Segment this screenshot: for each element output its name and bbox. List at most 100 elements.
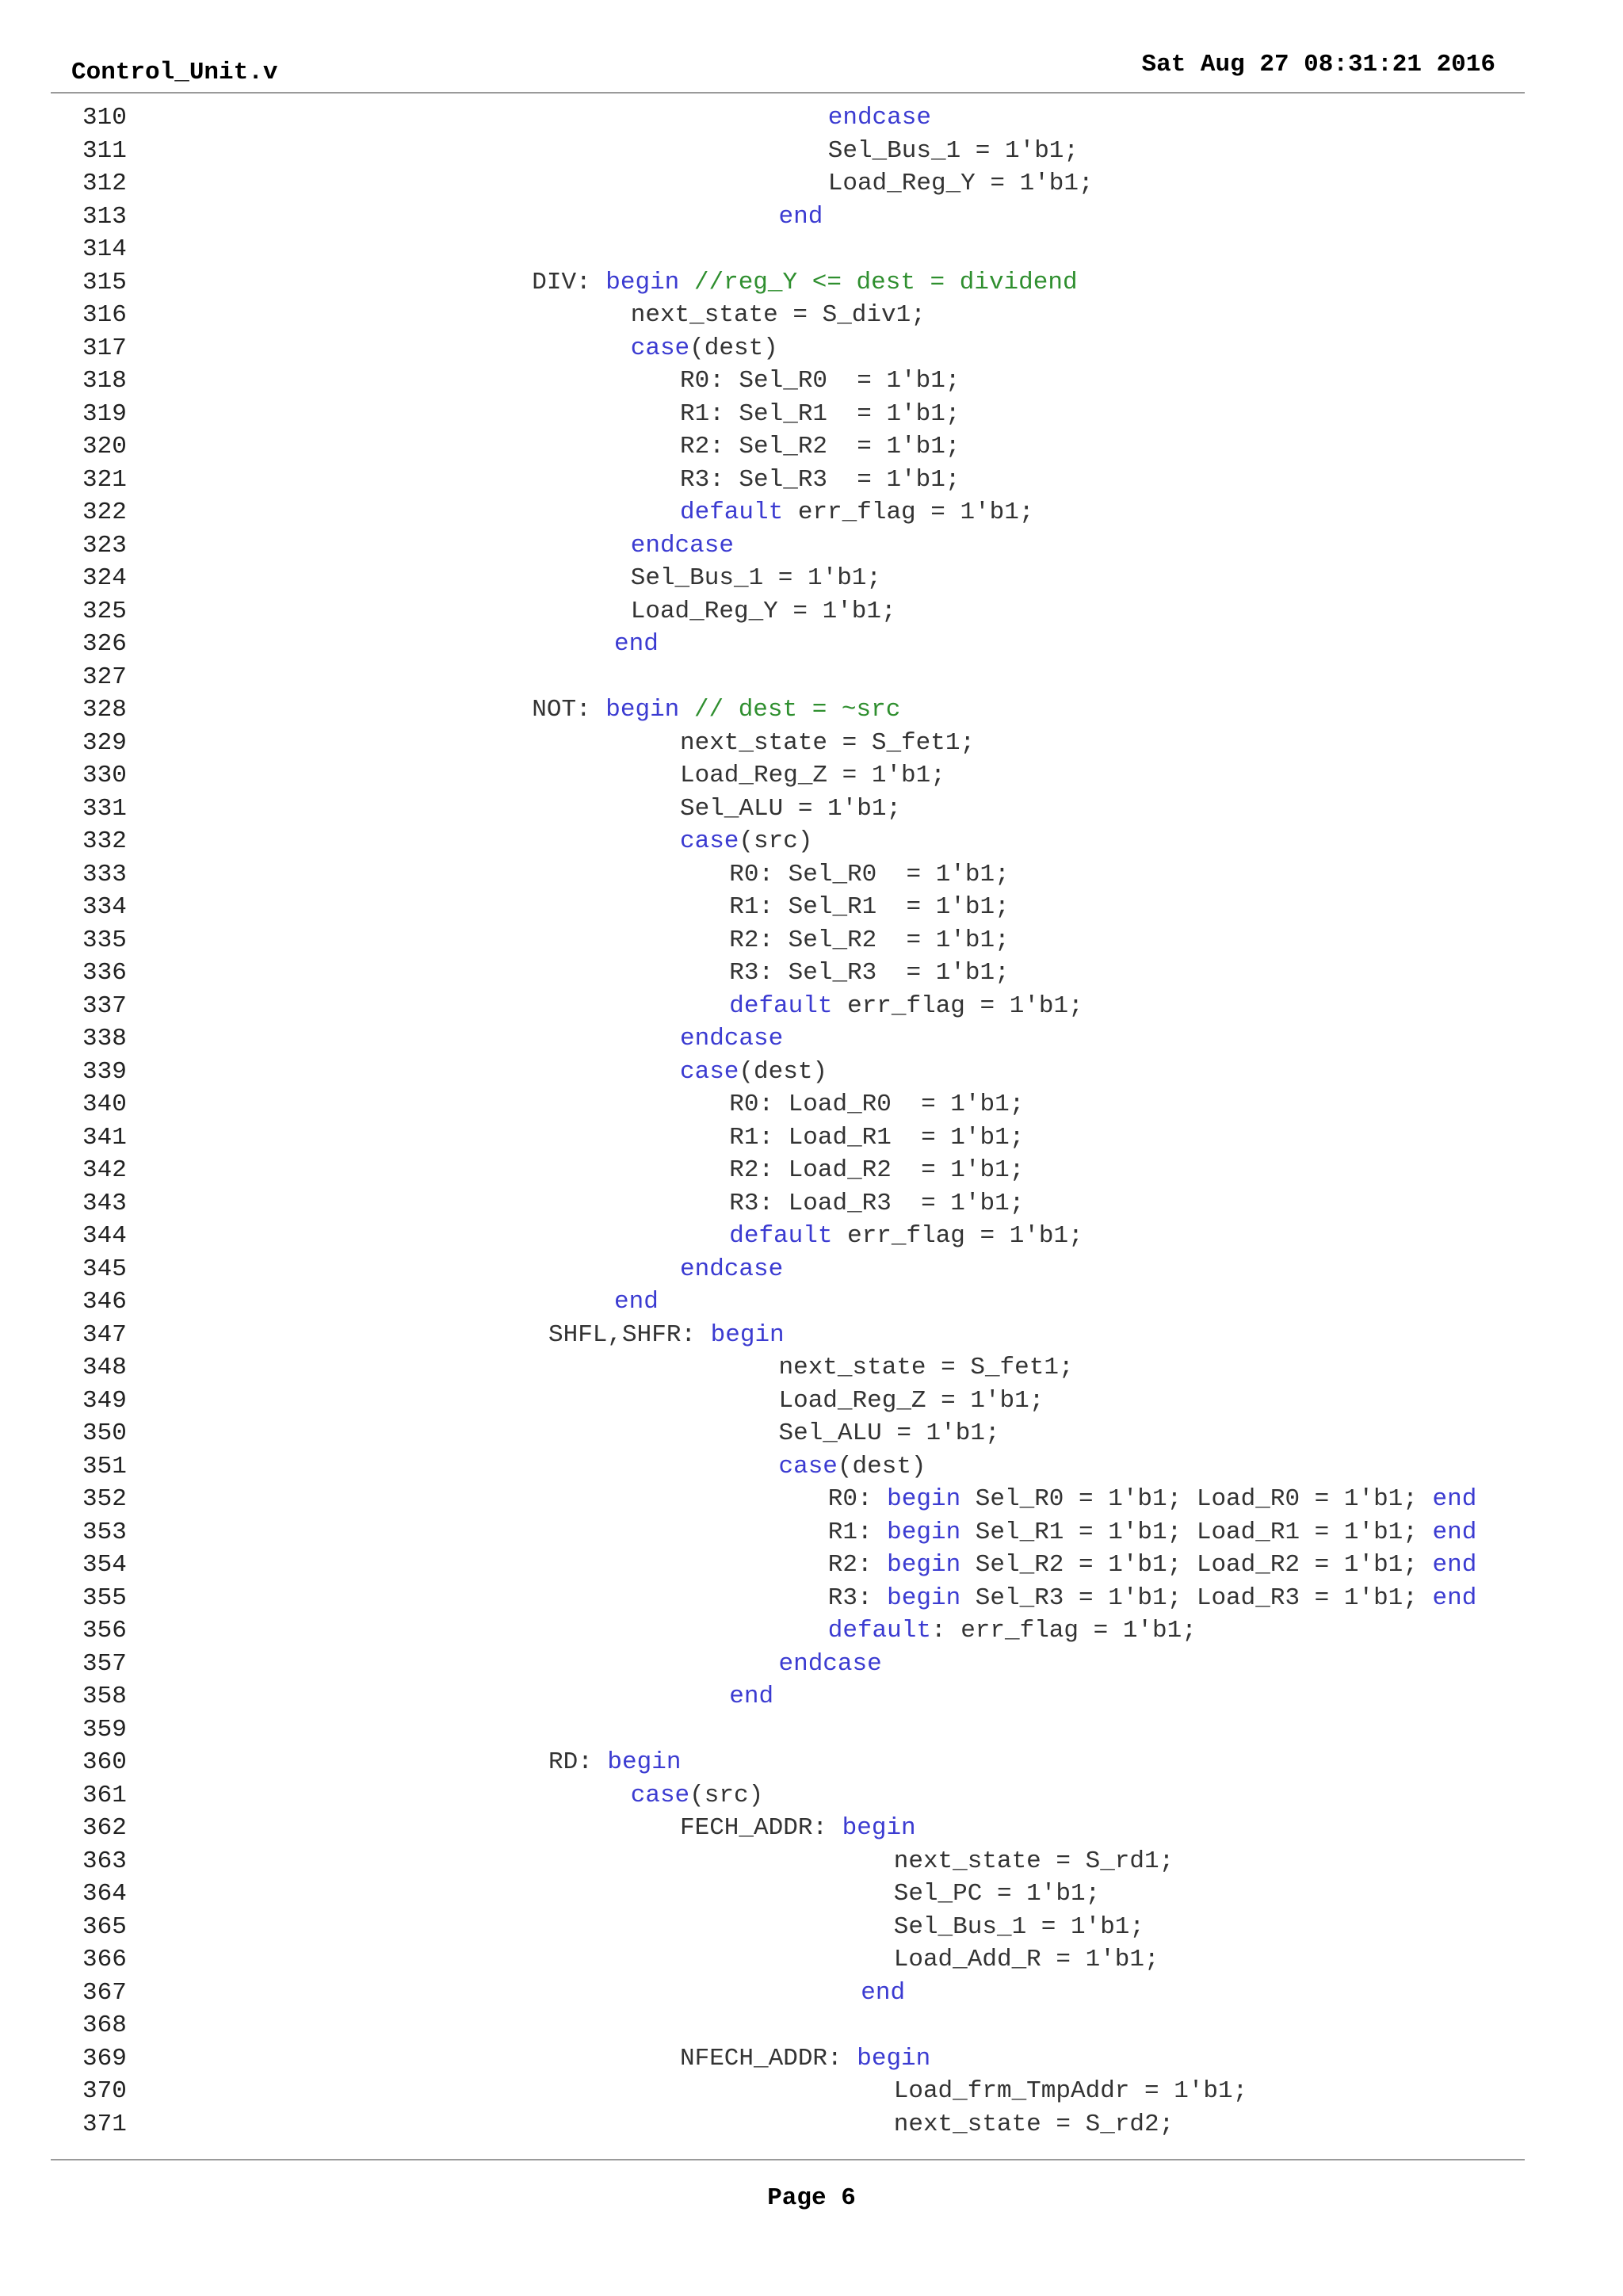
code-text: end: [614, 1286, 659, 1319]
code-line: 345 endcase: [0, 1253, 1623, 1286]
code-text: Load_Add_R = 1'b1;: [894, 1943, 1159, 1977]
code-line: 371 next_state = S_rd2;: [0, 2108, 1623, 2141]
line-number: 335: [82, 926, 127, 954]
line-number: 340: [82, 1091, 127, 1118]
code-text: Sel_Bus_1 = 1'b1;: [894, 1911, 1144, 1944]
code-token: R3: Sel_R3 = 1'b1;: [729, 959, 1010, 987]
line-number: 366: [82, 1946, 127, 1973]
code-token: : err_flag = 1'b1;: [930, 1617, 1197, 1645]
print-date: Sat Aug 27 08:31:21 2016: [1141, 51, 1495, 78]
line-number: 337: [82, 991, 127, 1020]
line-number: 371: [82, 2110, 127, 2138]
code-line: 370 Load_frm_TmpAddr = 1'b1;: [0, 2075, 1623, 2108]
line-number: 364: [82, 1880, 127, 1908]
code-token: err_flag = 1'b1;: [783, 499, 1034, 526]
keyword: endcase: [680, 1255, 784, 1283]
keyword: end: [778, 202, 823, 231]
code-token: Sel_ALU = 1'b1;: [778, 1419, 1000, 1447]
code-token: next_state = S_fet1;: [778, 1354, 1074, 1381]
file-name: Control_Unit.v: [71, 59, 278, 86]
code-text: endcase: [779, 1648, 882, 1681]
code-token: R3: Sel_R3 = 1'b1;: [680, 465, 960, 494]
code-text: Load_Reg_Z = 1'b1;: [680, 759, 945, 793]
keyword: begin: [607, 1748, 682, 1776]
line-number: 356: [82, 1617, 127, 1645]
code-text: Sel_PC = 1'b1;: [894, 1878, 1100, 1911]
code-token: R0:: [827, 1485, 888, 1513]
line-number: 334: [82, 893, 127, 921]
code-text: end: [729, 1680, 773, 1713]
code-token: Load_Reg_Z = 1'b1;: [680, 762, 945, 789]
code-token: R0: Sel_R0 = 1'b1;: [680, 367, 960, 395]
comment: // dest = ~src: [693, 696, 901, 724]
line-number: 317: [82, 334, 127, 362]
code-line: 318 R0: Sel_R0 = 1'b1;: [0, 365, 1623, 398]
code-token: (dest): [689, 334, 778, 362]
code-line: 363 next_state = S_rd1;: [0, 1845, 1623, 1878]
code-line: 354 R2: begin Sel_R2 = 1'b1; Load_R2 = 1'…: [0, 1549, 1623, 1582]
code-text: endcase: [828, 101, 931, 135]
code-text: R0: begin Sel_R0 = 1'b1; Load_R0 = 1'b1;…: [828, 1483, 1477, 1516]
line-number: 350: [82, 1419, 127, 1447]
code-token: (dest): [739, 1057, 828, 1086]
code-text: case(src): [631, 1779, 763, 1813]
line-number: 315: [82, 268, 127, 296]
keyword: endcase: [827, 104, 931, 132]
code-text: R2: Load_R2 = 1'b1;: [729, 1154, 1024, 1187]
code-text: SHFL,SHFR: begin: [548, 1319, 785, 1352]
code-text: Load_frm_TmpAddr = 1'b1;: [894, 2075, 1247, 2108]
code-line: 324 Sel_Bus_1 = 1'b1;: [0, 562, 1623, 595]
line-number: 316: [82, 301, 127, 329]
line-number: 330: [82, 762, 127, 789]
code-line: 316 next_state = S_div1;: [0, 299, 1623, 332]
line-number: 331: [82, 794, 127, 823]
code-text: DIV: begin //reg_Y <= dest = dividend: [532, 266, 1077, 300]
code-line: 348 next_state = S_fet1;: [0, 1351, 1623, 1385]
code-line: 325 Load_Reg_Y = 1'b1;: [0, 595, 1623, 628]
line-number: 325: [82, 597, 127, 625]
code-text: Sel_ALU = 1'b1;: [680, 793, 901, 826]
code-token: Load_frm_TmpAddr = 1'b1;: [893, 2077, 1248, 2105]
line-number: 360: [82, 1748, 127, 1776]
code-line: 352 R0: begin Sel_R0 = 1'b1; Load_R0 = 1'…: [0, 1483, 1623, 1516]
line-number: 344: [82, 1222, 127, 1250]
code-text: end: [614, 628, 659, 661]
code-token: R2: Sel_R2 = 1'b1;: [680, 433, 960, 460]
code-text: next_state = S_fet1;: [680, 727, 975, 760]
code-token: DIV:: [532, 268, 606, 296]
line-number: 323: [82, 531, 127, 560]
keyword: end: [1432, 1518, 1477, 1546]
code-text: next_state = S_rd1;: [894, 1845, 1174, 1878]
line-number: 353: [82, 1518, 127, 1546]
code-line: 333 R0: Sel_R0 = 1'b1;: [0, 858, 1623, 892]
code-line: 317 case(dest): [0, 332, 1623, 365]
code-token: R0: Load_R0 = 1'b1;: [729, 1091, 1025, 1118]
code-token: Sel_R1 = 1'b1; Load_R1 = 1'b1;: [960, 1518, 1433, 1546]
keyword: begin: [710, 1320, 785, 1349]
code-token: Sel_R2 = 1'b1; Load_R2 = 1'b1;: [960, 1551, 1433, 1579]
line-number: 312: [82, 170, 127, 197]
code-text: R3: Sel_R3 = 1'b1;: [680, 464, 960, 497]
line-number: 362: [82, 1814, 127, 1842]
code-token: R3:: [827, 1584, 888, 1612]
line-number: 370: [82, 2077, 127, 2105]
line-number: 352: [82, 1485, 127, 1513]
code-text: end: [861, 1977, 905, 2010]
code-text: R1: Load_R1 = 1'b1;: [729, 1121, 1024, 1155]
code-token: R1:: [827, 1518, 888, 1546]
code-line: 314: [0, 233, 1623, 266]
code-line: 343 R3: Load_R3 = 1'b1;: [0, 1187, 1623, 1221]
code-line: 323 endcase: [0, 529, 1623, 563]
line-number: 367: [82, 1978, 127, 2007]
line-number: 339: [82, 1057, 127, 1086]
code-line: 369 NFECH_ADDR: begin: [0, 2042, 1623, 2076]
code-token: Load_Add_R = 1'b1;: [893, 1946, 1159, 1973]
code-token: next_state = S_fet1;: [680, 728, 976, 757]
code-line: 361 case(src): [0, 1779, 1623, 1813]
comment: //reg_Y <= dest = dividend: [693, 268, 1078, 296]
line-number: 354: [82, 1551, 127, 1579]
line-number: 359: [82, 1715, 127, 1744]
code-line: 312 Load_Reg_Y = 1'b1;: [0, 167, 1623, 201]
code-text: case(src): [680, 825, 812, 858]
code-text: Sel_ALU = 1'b1;: [779, 1417, 1000, 1450]
